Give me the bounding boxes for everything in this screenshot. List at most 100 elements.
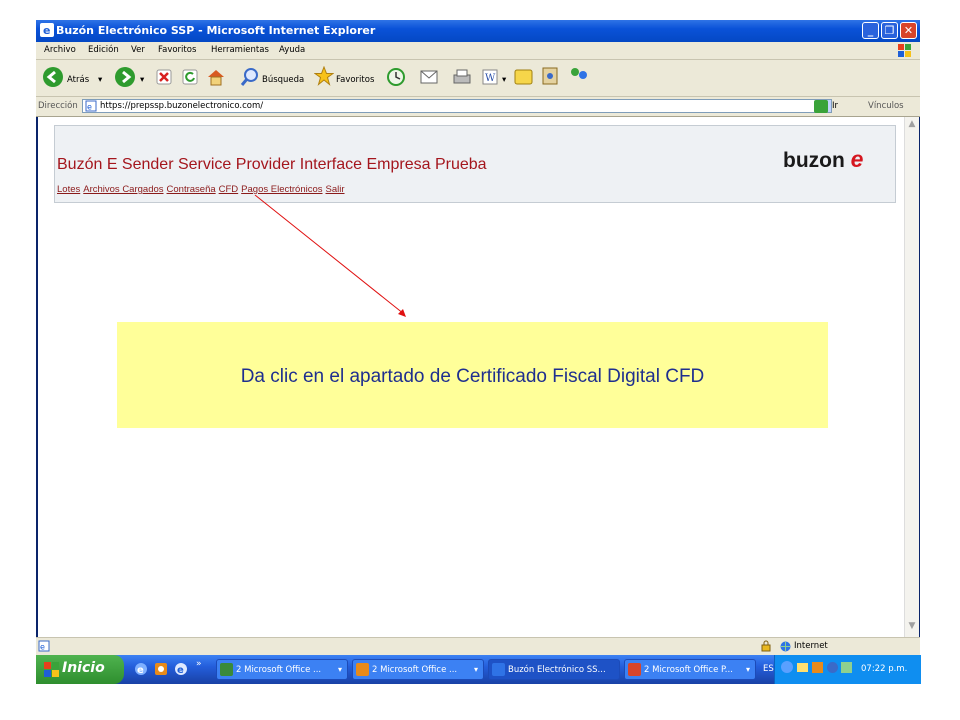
nav-link-pagos-electronicos[interactable]: Pagos Electrónicos [241, 184, 322, 195]
outlook-icon [356, 663, 369, 676]
page-icon: e [85, 100, 97, 112]
start-label: Inicio [62, 660, 105, 676]
menu-archivo[interactable]: Archivo [44, 45, 76, 55]
go-button[interactable]: Ir [832, 101, 838, 111]
tray-network-icon[interactable] [827, 662, 838, 673]
site-nav: Lotes Archivos Cargados Contraseña CFD Pagos… [57, 184, 348, 195]
logo-text: buzon [783, 149, 845, 172]
favorites-label[interactable]: Favoritos [336, 75, 374, 85]
minimize-button[interactable]: _ [862, 22, 879, 39]
status-bar: e Internet [36, 637, 920, 655]
task-button-2[interactable]: 2 Microsoft Office ... [352, 659, 484, 680]
word-edit-icon[interactable]: W [482, 69, 498, 85]
start-button[interactable]: Inicio [36, 655, 124, 684]
task-label-1: 2 Microsoft Office ... [236, 665, 322, 675]
print-icon[interactable] [452, 67, 472, 87]
go-icon[interactable] [814, 100, 828, 113]
forward-icon[interactable] [114, 66, 136, 88]
windows-start-icon [44, 662, 59, 677]
svg-text:e: e [40, 643, 45, 652]
search-label[interactable]: Búsqueda [262, 75, 304, 85]
messenger-icon[interactable] [568, 66, 590, 86]
url-text[interactable]: https://prepssp.buzonelectronico.com/ [100, 101, 263, 111]
title-bar[interactable]: e Buzón Electrónico SSP - Microsoft Inte… [36, 20, 920, 42]
internet-zone-icon [780, 641, 791, 652]
tray-mail-icon[interactable] [797, 663, 808, 672]
edit-dropdown-icon[interactable]: ▾ [502, 75, 506, 85]
menu-ver[interactable]: Ver [131, 45, 145, 55]
security-zone: Internet [794, 641, 828, 651]
instruction-callout: Da clic en el apartado de Certificado Fi… [117, 322, 828, 428]
tray-volume-icon[interactable] [841, 662, 852, 673]
menu-ayuda[interactable]: Ayuda [279, 45, 305, 55]
vertical-scrollbar[interactable]: ▲ ▼ [904, 117, 919, 637]
quicklaunch-outlook-icon[interactable] [154, 662, 168, 676]
menu-edicion[interactable]: Edición [88, 45, 119, 55]
quicklaunch-expand-icon[interactable]: » [196, 659, 202, 669]
excel-icon [220, 663, 233, 676]
tray-outlook-icon[interactable] [812, 662, 823, 673]
nav-link-contrasena[interactable]: Contraseña [167, 184, 216, 195]
back-icon[interactable] [42, 66, 64, 88]
task-button-3[interactable]: Buzón Electrónico SS... [488, 659, 620, 680]
system-tray: ES 07:22 p.m. [763, 655, 921, 684]
task-group-4-dropdown-icon[interactable]: ▾ [746, 665, 750, 674]
back-dropdown-icon[interactable]: ▾ [98, 75, 102, 85]
clock[interactable]: 07:22 p.m. [861, 664, 907, 674]
research-icon[interactable] [540, 66, 560, 86]
task-label-2: 2 Microsoft Office ... [372, 665, 458, 675]
task-button-1[interactable]: 2 Microsoft Office ... [216, 659, 348, 680]
task-group-1-dropdown-icon[interactable]: ▾ [338, 665, 342, 674]
svg-text:e: e [177, 665, 184, 676]
svg-text:e: e [87, 103, 92, 112]
task-group-2-dropdown-icon[interactable]: ▾ [474, 665, 478, 674]
taskbar: Inicio e e » 2 Microsoft Office ... ▾ 2 … [36, 655, 921, 684]
scroll-down-icon[interactable]: ▼ [906, 621, 918, 633]
links-button[interactable]: Vínculos [868, 101, 904, 111]
page-title: Buzón E Sender Service Provider Interfac… [57, 156, 487, 173]
nav-link-salir[interactable]: Salir [326, 184, 345, 195]
page-status-icon: e [38, 640, 50, 652]
callout-text: Da clic en el apartado de Certificado Fi… [240, 366, 705, 387]
back-label[interactable]: Atrás [67, 75, 89, 85]
quicklaunch-ie-icon[interactable]: e [134, 662, 148, 676]
svg-text:W: W [485, 73, 496, 84]
language-indicator[interactable]: ES [763, 664, 774, 674]
lock-icon [761, 640, 771, 652]
logo-mark: e [850, 146, 864, 172]
scroll-up-icon[interactable]: ▲ [906, 119, 918, 131]
buzon-logo: buzon e [783, 146, 863, 173]
favorites-icon[interactable] [314, 66, 334, 86]
quicklaunch-browser-icon[interactable]: e [174, 662, 188, 676]
tray-expand-icon[interactable] [781, 661, 793, 673]
nav-link-cfd[interactable]: CFD [219, 184, 239, 195]
stop-icon[interactable] [156, 69, 172, 85]
menu-favoritos[interactable]: Favoritos [158, 45, 196, 55]
history-icon[interactable] [386, 67, 406, 87]
nav-link-archivos-cargados[interactable]: Archivos Cargados [83, 184, 163, 195]
svg-text:e: e [137, 665, 144, 676]
svg-text:e: e [43, 24, 50, 37]
address-label: Dirección [38, 101, 78, 111]
maximize-button[interactable]: ❐ [881, 22, 898, 39]
task-label-3: Buzón Electrónico SS... [508, 665, 606, 675]
windows-logo-icon [898, 44, 911, 57]
address-input[interactable]: e https://prepssp.buzonelectronico.com/ [82, 99, 832, 113]
search-icon[interactable] [240, 67, 260, 87]
nav-link-lotes[interactable]: Lotes [57, 184, 80, 195]
ie-icon: e [40, 23, 54, 37]
toolbar: Atrás ▾ ▾ Búsqueda Favoritos W ▾ [36, 60, 920, 97]
task-label-4: 2 Microsoft Office P... [644, 665, 733, 675]
home-icon[interactable] [206, 67, 226, 87]
menu-herramientas[interactable]: Herramientas [211, 45, 269, 55]
menu-bar: Archivo Edición Ver Favoritos Herramient… [36, 42, 920, 60]
ie-task-icon [492, 663, 505, 676]
refresh-icon[interactable] [182, 69, 198, 85]
forward-dropdown-icon[interactable]: ▾ [140, 75, 144, 85]
close-button[interactable]: ✕ [900, 22, 917, 39]
window-title: Buzón Electrónico SSP - Microsoft Intern… [56, 24, 376, 37]
discuss-icon[interactable] [514, 68, 534, 86]
mail-icon[interactable] [420, 68, 442, 86]
powerpoint-icon [628, 663, 641, 676]
task-button-4[interactable]: 2 Microsoft Office P... [624, 659, 756, 680]
